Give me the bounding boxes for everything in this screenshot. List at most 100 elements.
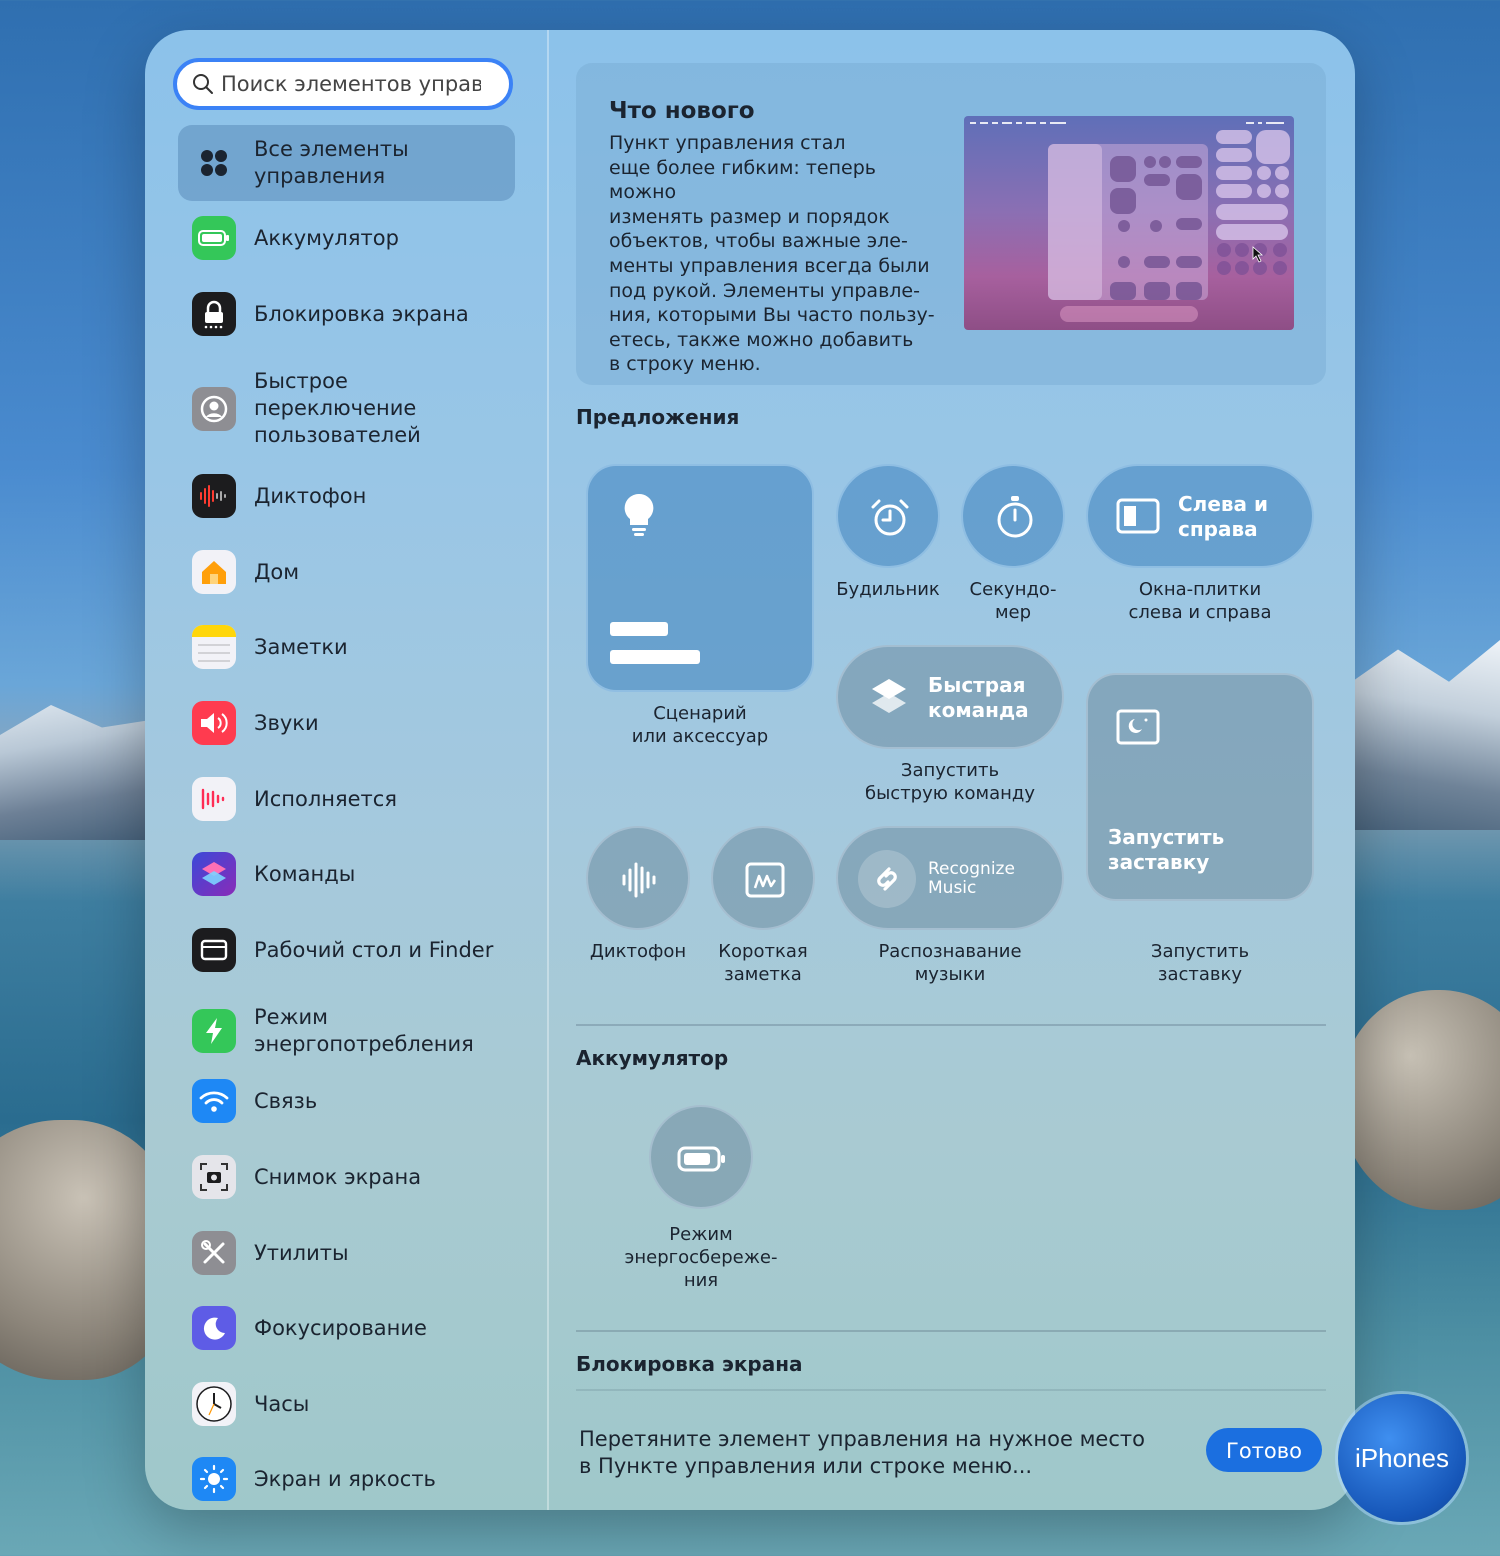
screensaver-icon xyxy=(1116,709,1160,745)
shortcuts-icon xyxy=(872,679,906,713)
scene-caption: Сценарий или аксессуар xyxy=(631,703,769,747)
stopwatch-tile[interactable] xyxy=(961,464,1065,568)
lock-section-title: Блокировка экрана xyxy=(576,1352,803,1376)
suggestions-title: Предложения xyxy=(576,405,740,429)
sidebar-item-all-controls[interactable]: Все элементы управления xyxy=(178,125,515,201)
control-center-editor-window: Все элементы управления Аккумулятор Блок… xyxy=(145,30,1355,1510)
screensaver-label: Запустить заставку xyxy=(1108,825,1225,874)
waveform-icon xyxy=(192,474,236,518)
stopwatch-caption: Секундо- мер xyxy=(969,579,1057,623)
low-power-mode-tile[interactable] xyxy=(649,1105,753,1209)
speaker-icon xyxy=(192,701,236,745)
battery-icon xyxy=(192,216,236,260)
done-button[interactable]: Готово xyxy=(1206,1428,1322,1472)
split-window-icon xyxy=(1116,498,1160,534)
notes-icon xyxy=(192,625,236,669)
sidebar-item-label: Диктофон xyxy=(254,483,367,508)
section-divider xyxy=(576,1389,1326,1391)
sidebar-item-label: Быстрое переключение пользователей xyxy=(254,369,421,447)
screensaver-caption: Запустить заставку xyxy=(1150,941,1250,985)
sidebar-item-label: Дом xyxy=(254,559,300,584)
sun-icon xyxy=(192,1457,236,1501)
search-input[interactable] xyxy=(219,71,483,97)
tile-left-right-label: Слева и справа xyxy=(1178,492,1269,541)
section-divider xyxy=(576,1330,1326,1332)
sidebar-item-label: Режим энергопотребления xyxy=(254,1005,474,1056)
sidebar-item-label: Блокировка экрана xyxy=(254,301,469,326)
clock-icon xyxy=(192,1382,236,1426)
dictaphone-caption: Диктофон xyxy=(589,941,687,962)
sidebar-item-desktop-finder[interactable]: Рабочий стол и Finder xyxy=(178,928,515,972)
sidebar-item-sounds[interactable]: Звуки xyxy=(178,701,515,745)
sidebar-item-display-brightness[interactable]: Экран и яркость xyxy=(178,1457,515,1501)
sidebar-item-label: Заметки xyxy=(254,634,348,659)
whats-new-body: Пункт управления стал еще более гибким: … xyxy=(609,132,935,376)
stopwatch-icon xyxy=(997,496,1033,538)
quick-note-icon xyxy=(745,862,785,898)
wifi-icon xyxy=(192,1079,236,1123)
background-rock-right xyxy=(1340,990,1500,1210)
sidebar-item-label: Фокусирование xyxy=(254,1315,427,1340)
sidebar-item-home[interactable]: Дом xyxy=(178,550,515,594)
shazam-icon xyxy=(858,850,916,908)
sidebar-item-now-playing[interactable]: Исполняется xyxy=(178,777,515,821)
shortcuts-icon xyxy=(192,852,236,896)
sidebar-item-label: Снимок экрана xyxy=(254,1164,422,1189)
user-circle-icon xyxy=(192,386,236,431)
moon-icon xyxy=(192,1306,236,1350)
waveform-icon xyxy=(622,862,656,898)
sidebar-item-utilities[interactable]: Утилиты xyxy=(178,1231,515,1275)
tile-left-right-caption: Окна-плитки слева и справа xyxy=(1128,579,1272,623)
now-playing-icon xyxy=(192,777,236,821)
scene-or-accessory-tile[interactable] xyxy=(586,464,814,692)
search-field[interactable] xyxy=(173,58,513,110)
desktop-icon xyxy=(192,928,236,972)
whats-new-card: Что нового Пункт управления стал еще бол… xyxy=(576,63,1326,385)
placeholder-title-bar xyxy=(610,622,668,636)
sidebar-item-label: Часы xyxy=(254,1391,310,1416)
sidebar-item-label: Звуки xyxy=(254,710,319,735)
sidebar-item-lock-screen[interactable]: Блокировка экрана xyxy=(178,292,515,336)
whats-new-title: Что нового xyxy=(609,98,755,124)
lock-icon xyxy=(192,292,236,336)
screenshot-icon xyxy=(192,1155,236,1199)
alarm-clock-icon xyxy=(871,499,909,536)
sidebar-item-fast-user-switching[interactable]: Быстрое переключение пользователей xyxy=(178,368,515,449)
sidebar-item-clock[interactable]: Часы xyxy=(178,1382,515,1426)
sidebar-item-focus[interactable]: Фокусирование xyxy=(178,1306,515,1350)
recognize-music-label: Recognize Music xyxy=(928,859,1015,898)
recognize-music-tile[interactable]: Recognize Music xyxy=(836,826,1064,930)
watermark-logo: iPhones xyxy=(1338,1394,1466,1522)
alarm-tile[interactable] xyxy=(836,464,940,568)
quick-note-tile[interactable] xyxy=(711,826,815,930)
sidebar-item-voice-memos[interactable]: Диктофон xyxy=(178,474,515,518)
quick-note-caption: Короткая заметка xyxy=(718,941,808,985)
quick-command-tile[interactable]: Быстрая команда xyxy=(836,645,1064,749)
section-divider xyxy=(576,1024,1326,1026)
sidebar-item-connectivity[interactable]: Связь xyxy=(178,1079,515,1123)
battery-section-title: Аккумулятор xyxy=(576,1046,729,1070)
sidebar-item-energy-mode[interactable]: Режим энергопотребления xyxy=(178,1004,515,1058)
drag-hint-text: Перетяните элемент управления на нужное … xyxy=(579,1427,1145,1478)
quick-command-label: Быстрая команда xyxy=(928,673,1029,722)
sidebar-item-battery[interactable]: Аккумулятор xyxy=(178,216,515,260)
grid-dots-icon xyxy=(192,141,236,185)
tile-left-right-tile[interactable]: Слева и справа xyxy=(1086,464,1314,568)
main-panel: Что нового Пункт управления стал еще бол… xyxy=(547,30,1355,1510)
sidebar-item-label: Экран и яркость xyxy=(254,1466,436,1491)
home-icon xyxy=(192,550,236,594)
placeholder-subtitle-bar xyxy=(610,650,700,664)
dictaphone-tile[interactable] xyxy=(586,826,690,930)
battery-icon xyxy=(677,1146,725,1172)
sidebar-item-label: Утилиты xyxy=(254,1240,349,1265)
tools-icon xyxy=(192,1231,236,1275)
low-power-mode-caption: Режим энергосбереже- ния xyxy=(624,1224,778,1291)
alarm-caption: Будильник xyxy=(836,579,940,600)
recognize-music-caption: Распознавание музыки xyxy=(878,941,1022,985)
search-icon xyxy=(193,74,213,94)
sidebar-item-screenshot[interactable]: Снимок экрана xyxy=(178,1155,515,1199)
sidebar-item-notes[interactable]: Заметки xyxy=(178,625,515,669)
sidebar-item-shortcuts[interactable]: Команды xyxy=(178,852,515,896)
whats-new-preview-image xyxy=(964,116,1294,330)
screensaver-tile[interactable]: Запустить заставку xyxy=(1086,673,1314,901)
